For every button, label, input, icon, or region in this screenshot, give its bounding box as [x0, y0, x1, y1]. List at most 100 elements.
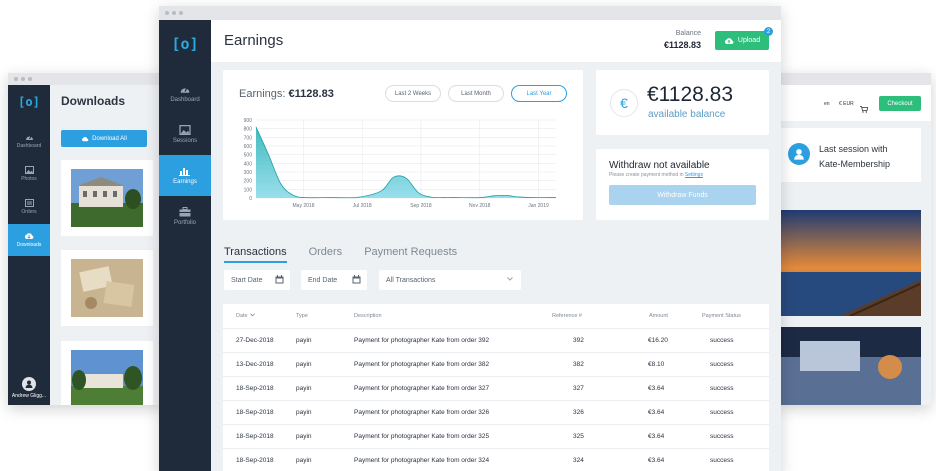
- earnings-chart-card: Earnings: €1128.83 Last 2 Weeks Last Mon…: [223, 70, 583, 220]
- nav-item-earnings[interactable]: Earnings: [159, 155, 211, 196]
- cell-description: Payment for photographer Kate from order…: [354, 457, 490, 464]
- user-name: Andrew Gligg...: [11, 393, 47, 399]
- table-row[interactable]: 18-Sep-2018 payin Payment for photographer…: [223, 425, 769, 449]
- table-row[interactable]: 18-Sep-2018 payin Payment for photographer…: [223, 449, 769, 471]
- checkout-button[interactable]: Checkout: [879, 96, 921, 111]
- cell-reference: 327: [573, 385, 584, 392]
- cell-status: success: [710, 457, 734, 464]
- cloud-download-icon: [82, 136, 89, 141]
- page-title: Downloads: [61, 94, 126, 108]
- start-date-placeholder: Start Date: [231, 276, 263, 284]
- x-tick-label: Jul 2018: [353, 203, 372, 209]
- nav-label: Earnings: [173, 179, 197, 185]
- photo-thumbnail: [71, 259, 143, 317]
- upload-count-badge: 2: [764, 27, 773, 36]
- table-row[interactable]: 27-Dec-2018 payin Payment for photographer…: [223, 329, 769, 353]
- nav-item-dashboard[interactable]: Dashboard: [8, 125, 50, 157]
- nav-label: Downloads: [16, 242, 42, 248]
- cell-status: success: [710, 361, 734, 368]
- x-tick-label: Jan 2019: [528, 203, 549, 209]
- settings-link[interactable]: Settings: [685, 172, 703, 178]
- column-header-description: Description: [354, 313, 382, 319]
- table-row[interactable]: 18-Sep-2018 payin Payment for photographer…: [223, 401, 769, 425]
- download-all-label: Download All: [92, 135, 127, 142]
- earnings-content: Earnings Balance €1128.83 Upload 2 Earni…: [211, 20, 781, 471]
- column-header-payment-status: Payment Status: [702, 313, 741, 319]
- cell-amount: €3.64: [648, 409, 665, 416]
- app-logo[interactable]: [o]: [8, 95, 50, 115]
- photo-card[interactable]: [61, 341, 153, 405]
- available-balance-amount: €1128.83: [647, 83, 734, 106]
- nav-item-orders[interactable]: Orders: [8, 191, 50, 223]
- withdraw-funds-button[interactable]: Withdraw Funds: [609, 185, 756, 205]
- cell-date: 18-Sep-2018: [236, 433, 274, 440]
- tab-transactions[interactable]: Transactions: [224, 246, 287, 263]
- cell-reference: 324: [573, 457, 584, 464]
- nav-item-dashboard[interactable]: Dashboard: [159, 73, 211, 114]
- photo-card[interactable]: [61, 250, 153, 326]
- available-balance-card: € €1128.83 available balance: [596, 70, 769, 135]
- download-all-button[interactable]: Download All: [61, 130, 147, 147]
- table-row[interactable]: 18-Sep-2018 payin Payment for photographer…: [223, 377, 769, 401]
- y-tick-label: 0: [249, 196, 252, 202]
- nav-item-photos[interactable]: Photos: [8, 158, 50, 190]
- cell-reference: 392: [573, 337, 584, 344]
- nav-label: Portfolio: [173, 220, 196, 226]
- currency-selector[interactable]: € EUR: [839, 101, 854, 107]
- withdraw-note: Please create payment method in Settings: [609, 172, 703, 178]
- cell-description: Payment for photographer Kate from order…: [354, 337, 490, 344]
- client-topbar: en € EUR Checkout: [780, 85, 931, 121]
- cell-type: payin: [296, 457, 312, 464]
- cell-reference: 325: [573, 433, 584, 440]
- cell-amount: €8.10: [648, 361, 665, 368]
- window-dot: [165, 11, 169, 15]
- tab-payment-requests[interactable]: Payment Requests: [364, 246, 457, 263]
- briefcase-icon: [179, 207, 191, 217]
- language-selector[interactable]: en: [824, 101, 830, 107]
- session-photo[interactable]: [780, 327, 921, 405]
- window-dot: [28, 77, 32, 81]
- chevron-down-icon: [250, 313, 256, 317]
- start-date-field[interactable]: Start Date: [224, 270, 290, 290]
- end-date-field[interactable]: End Date: [301, 270, 367, 290]
- calendar-icon: [275, 275, 284, 284]
- upload-button[interactable]: Upload: [715, 31, 769, 50]
- cell-description: Payment for photographer Kate from order…: [354, 385, 490, 392]
- transaction-type-select[interactable]: All Transactions: [379, 270, 521, 290]
- cell-status: success: [710, 337, 734, 344]
- cell-type: payin: [296, 433, 312, 440]
- cart-icon[interactable]: [860, 100, 869, 118]
- tab-orders[interactable]: Orders: [309, 246, 343, 263]
- balance-label: Balance: [675, 30, 701, 37]
- cell-date: 27-Dec-2018: [236, 337, 274, 344]
- user-icon: [25, 380, 33, 388]
- window-titlebar: [8, 73, 163, 85]
- window-titlebar: [159, 6, 781, 20]
- cell-amount: €3.64: [648, 433, 665, 440]
- cell-date: 18-Sep-2018: [236, 385, 274, 392]
- nav-item-portfolio[interactable]: Portfolio: [159, 196, 211, 237]
- session-photo[interactable]: [780, 210, 921, 316]
- main-sidebar: [o] Dashboard Sessions Earnings Portfoli…: [159, 20, 211, 471]
- nav-item-sessions[interactable]: Sessions: [159, 114, 211, 155]
- table-row[interactable]: 13-Dec-2018 payin Payment for photographer…: [223, 353, 769, 377]
- cell-date: 18-Sep-2018: [236, 409, 274, 416]
- user-profile[interactable]: Andrew Gligg...: [8, 377, 50, 399]
- y-tick-label: 300: [244, 170, 253, 176]
- photo-thumbnail: [71, 350, 143, 405]
- column-header-type: Type: [296, 313, 308, 319]
- y-tick-label: 400: [244, 161, 253, 167]
- column-header-date[interactable]: Date: [236, 313, 256, 319]
- cell-type: payin: [296, 337, 312, 344]
- last-session-card[interactable]: Last session with Kate-Membership: [780, 128, 921, 182]
- nav-item-downloads[interactable]: Downloads: [8, 224, 50, 256]
- nav-label: Sessions: [172, 138, 198, 144]
- photo-card[interactable]: [61, 160, 153, 236]
- cell-date: 13-Dec-2018: [236, 361, 274, 368]
- y-tick-label: 700: [244, 135, 253, 141]
- earnings-chart: 0 100 200 300 400 500 600 700 800 900 May 2018 Jul …: [244, 118, 557, 209]
- available-balance-label: available balance: [648, 109, 726, 120]
- window-dot: [21, 77, 25, 81]
- app-logo[interactable]: [o]: [159, 35, 211, 57]
- cloud-upload-icon: [724, 37, 734, 44]
